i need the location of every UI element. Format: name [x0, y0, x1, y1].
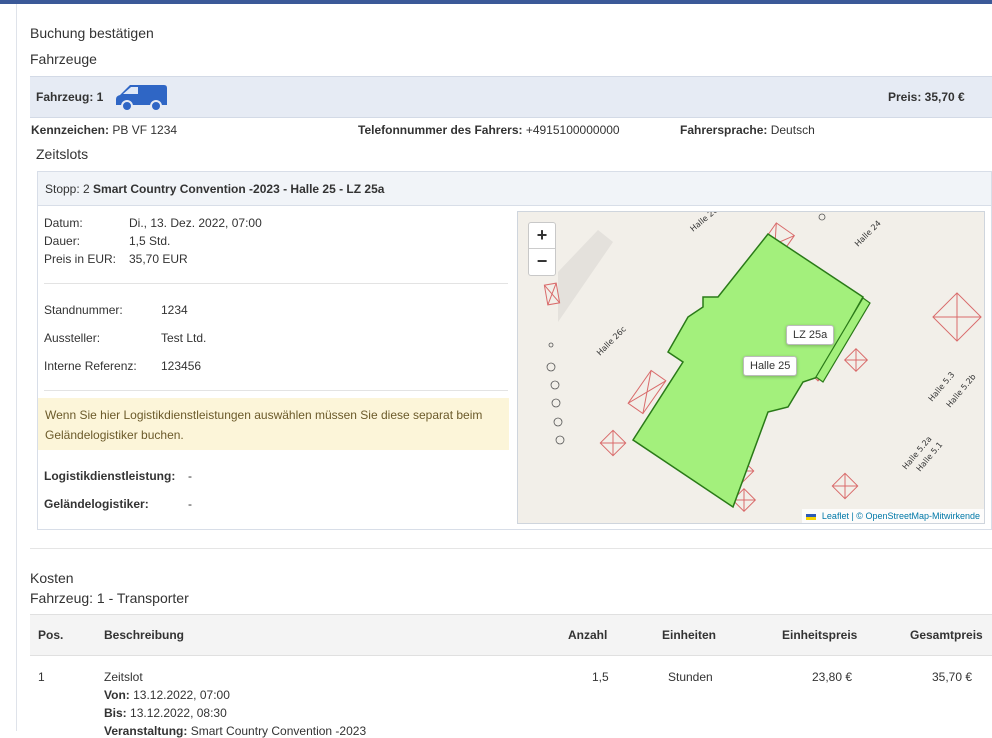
- stop-header: Stopp: 2 Smart Country Convention -2023 …: [38, 172, 991, 206]
- phone-value: +4915100000000: [525, 123, 620, 137]
- reference-label: Interne Referenz:: [44, 359, 137, 373]
- to-value: 13.12.2022, 08:30: [130, 706, 227, 720]
- left-border: [16, 4, 17, 731]
- reference-value: 123456: [161, 359, 202, 373]
- costs-subheading: Fahrzeug: 1 - Transporter: [30, 590, 189, 606]
- flag-icon: [806, 513, 817, 520]
- phone-row: Telefonnummer des Fahrers: +491510000000…: [358, 123, 620, 137]
- page-title: Buchung bestätigen: [30, 25, 154, 41]
- warning-line-2: Geländelogistiker buchen.: [45, 428, 184, 442]
- map-label: Halle 26a: [689, 212, 724, 234]
- col-units: Einheiten: [662, 628, 717, 642]
- to-label: Bis:: [104, 706, 127, 720]
- map-tooltip-lz: LZ 25a: [786, 325, 835, 345]
- logistician-value: -: [188, 497, 192, 511]
- stop-number: Stopp: 2: [45, 182, 90, 196]
- row-unit-price: 23,80 €: [812, 670, 853, 684]
- plate-label: Kennzeichen:: [31, 123, 110, 137]
- plate-value: PB VF 1234: [112, 123, 178, 137]
- service-label: Logistikdienstleistung:: [44, 469, 176, 483]
- row-total: 35,70 €: [932, 670, 973, 684]
- col-total: Gesamtpreis: [910, 628, 983, 642]
- zoom-out-button[interactable]: −: [529, 249, 555, 274]
- warning-line-1: Wenn Sie hier Logistikdienstleistungen a…: [45, 408, 483, 422]
- from-value: 13.12.2022, 07:00: [133, 688, 230, 702]
- duration-value: 1,5 Std.: [129, 234, 171, 248]
- language-value: Deutsch: [770, 123, 815, 137]
- stand-label: Standnummer:: [44, 303, 123, 317]
- logistics-warning: Wenn Sie hier Logistikdienstleistungen a…: [38, 398, 509, 450]
- costs-heading: Kosten: [30, 570, 74, 586]
- col-description: Beschreibung: [104, 628, 185, 642]
- top-accent-bar: [0, 0, 992, 4]
- exhibitor-value: Test Ltd.: [161, 331, 207, 345]
- divider: [44, 390, 508, 391]
- row-pos: 1: [38, 670, 45, 684]
- from-label: Von:: [104, 688, 130, 702]
- vehicle-header[interactable]: Fahrzeug: 1 Preis: 35,70 €: [30, 76, 992, 118]
- zoom-in-button[interactable]: +: [529, 223, 555, 249]
- vehicles-heading: Fahrzeuge: [30, 51, 97, 67]
- event-value: Smart Country Convention -2023: [190, 724, 367, 738]
- date-label: Datum:: [44, 216, 83, 230]
- map-attribution[interactable]: Leaflet | © OpenStreetMap-Mitwirkende: [802, 509, 984, 523]
- zoom-control[interactable]: + −: [528, 222, 556, 276]
- event-label: Veranstaltung:: [104, 724, 188, 738]
- language-label: Fahrersprache:: [680, 123, 768, 137]
- osm-link[interactable]: | © OpenStreetMap-Mitwirkende: [851, 511, 980, 521]
- duration-label: Dauer:: [44, 234, 81, 248]
- van-icon: [116, 85, 167, 112]
- phone-label: Telefonnummer des Fahrers:: [358, 123, 523, 137]
- section-divider: [30, 548, 992, 549]
- stand-value: 1234: [161, 303, 188, 317]
- date-value: Di., 13. Dez. 2022, 07:00: [129, 216, 262, 230]
- row-description: Zeitslot: [104, 670, 143, 684]
- col-quantity: Anzahl: [568, 628, 608, 642]
- col-pos: Pos.: [38, 628, 64, 642]
- row-unit: Stunden: [668, 670, 713, 684]
- map-tooltip-halle: Halle 25: [743, 356, 798, 376]
- leaflet-link[interactable]: Leaflet: [822, 511, 849, 521]
- language-row: Fahrersprache: Deutsch: [680, 123, 815, 137]
- col-unit-price: Einheitspreis: [782, 628, 858, 642]
- price-value: 35,70 EUR: [129, 252, 188, 266]
- logistician-label: Geländelogistiker:: [44, 497, 149, 511]
- map-label: Halle 24: [853, 219, 883, 249]
- vehicle-label: Fahrzeug: 1: [36, 90, 104, 104]
- costs-table-header: Pos. Beschreibung Anzahl Einheiten Einhe…: [30, 614, 992, 656]
- price-label: Preis in EUR:: [44, 252, 117, 266]
- service-value: -: [188, 469, 192, 483]
- map-label: Halle 26c: [595, 325, 628, 358]
- divider: [44, 283, 508, 284]
- slots-heading: Zeitslots: [36, 146, 89, 162]
- stop-title: Smart Country Convention -2023 - Halle 2…: [93, 182, 385, 196]
- vehicle-price: Preis: 35,70 €: [888, 90, 965, 104]
- row-quantity: 1,5: [592, 670, 609, 684]
- exhibitor-label: Aussteller:: [44, 331, 101, 345]
- plate-row: Kennzeichen: PB VF 1234: [31, 123, 177, 137]
